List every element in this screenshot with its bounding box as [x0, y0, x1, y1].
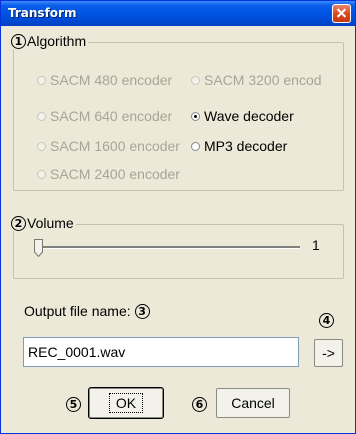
volume-label: Volume — [27, 215, 74, 231]
radio-sacm-480-encoder: SACM 480 encoder — [37, 72, 172, 88]
title-bar[interactable]: Transform — [1, 1, 355, 26]
window-title: Transform — [8, 6, 77, 20]
radio-label: SACM 480 encoder — [50, 72, 173, 88]
radio-label: SACM 3200 encod — [204, 72, 322, 88]
output-file-label-text: Output file name: — [24, 303, 131, 319]
annotation-marker-4: 4 — [319, 313, 334, 328]
volume-slider-track[interactable] — [38, 246, 300, 249]
radio-button-icon — [37, 141, 46, 151]
radio-button-icon — [191, 111, 200, 121]
volume-slider-thumb[interactable] — [34, 239, 43, 257]
radio-mp3-decoder[interactable]: MP3 decoder — [191, 138, 287, 154]
radio-sacm-1600-encoder: SACM 1600 encoder — [37, 138, 180, 154]
ok-button-label: OK — [108, 393, 144, 413]
ok-button[interactable]: OK — [88, 387, 164, 419]
radio-wave-decoder[interactable]: Wave decoder — [191, 108, 294, 124]
radio-label: SACM 2400 encoder — [50, 166, 180, 182]
radio-label: MP3 decoder — [204, 138, 288, 154]
radio-button-icon — [37, 111, 46, 121]
close-button[interactable] — [332, 4, 351, 23]
algorithm-label: Algorithm — [27, 33, 87, 49]
browse-button[interactable]: -> — [314, 339, 343, 367]
radio-button-icon — [37, 75, 46, 85]
volume-value: 1 — [312, 237, 320, 253]
volume-legend: 2 Volume — [11, 215, 76, 231]
radio-sacm-2400-encoder: SACM 2400 encoder — [37, 166, 180, 182]
radio-button-icon — [37, 169, 46, 179]
radio-label: SACM 1600 encoder — [50, 138, 180, 154]
annotation-marker-1: 1 — [11, 33, 26, 49]
annotation-marker-2: 2 — [11, 215, 26, 231]
radio-button-icon — [191, 141, 200, 151]
annotation-marker-3: 3 — [134, 303, 150, 319]
transform-dialog: Transform 1 Algorithm SACM 480 encoder S… — [0, 0, 356, 434]
radio-label: SACM 640 encoder — [50, 108, 173, 124]
cancel-button[interactable]: Cancel — [216, 388, 290, 418]
algorithm-legend: 1 Algorithm — [11, 33, 89, 49]
radio-sacm-640-encoder: SACM 640 encoder — [37, 108, 172, 124]
annotation-marker-6: 6 — [192, 397, 207, 412]
radio-button-icon — [191, 75, 200, 85]
radio-sacm-3200-encoder: SACM 3200 encod — [191, 72, 322, 88]
output-file-label: Output file name: 3 — [24, 303, 150, 319]
output-file-input[interactable]: REC_0001.wav — [23, 337, 299, 367]
radio-label: Wave decoder — [204, 108, 294, 124]
annotation-marker-5: 5 — [66, 397, 81, 412]
volume-group — [13, 224, 344, 279]
